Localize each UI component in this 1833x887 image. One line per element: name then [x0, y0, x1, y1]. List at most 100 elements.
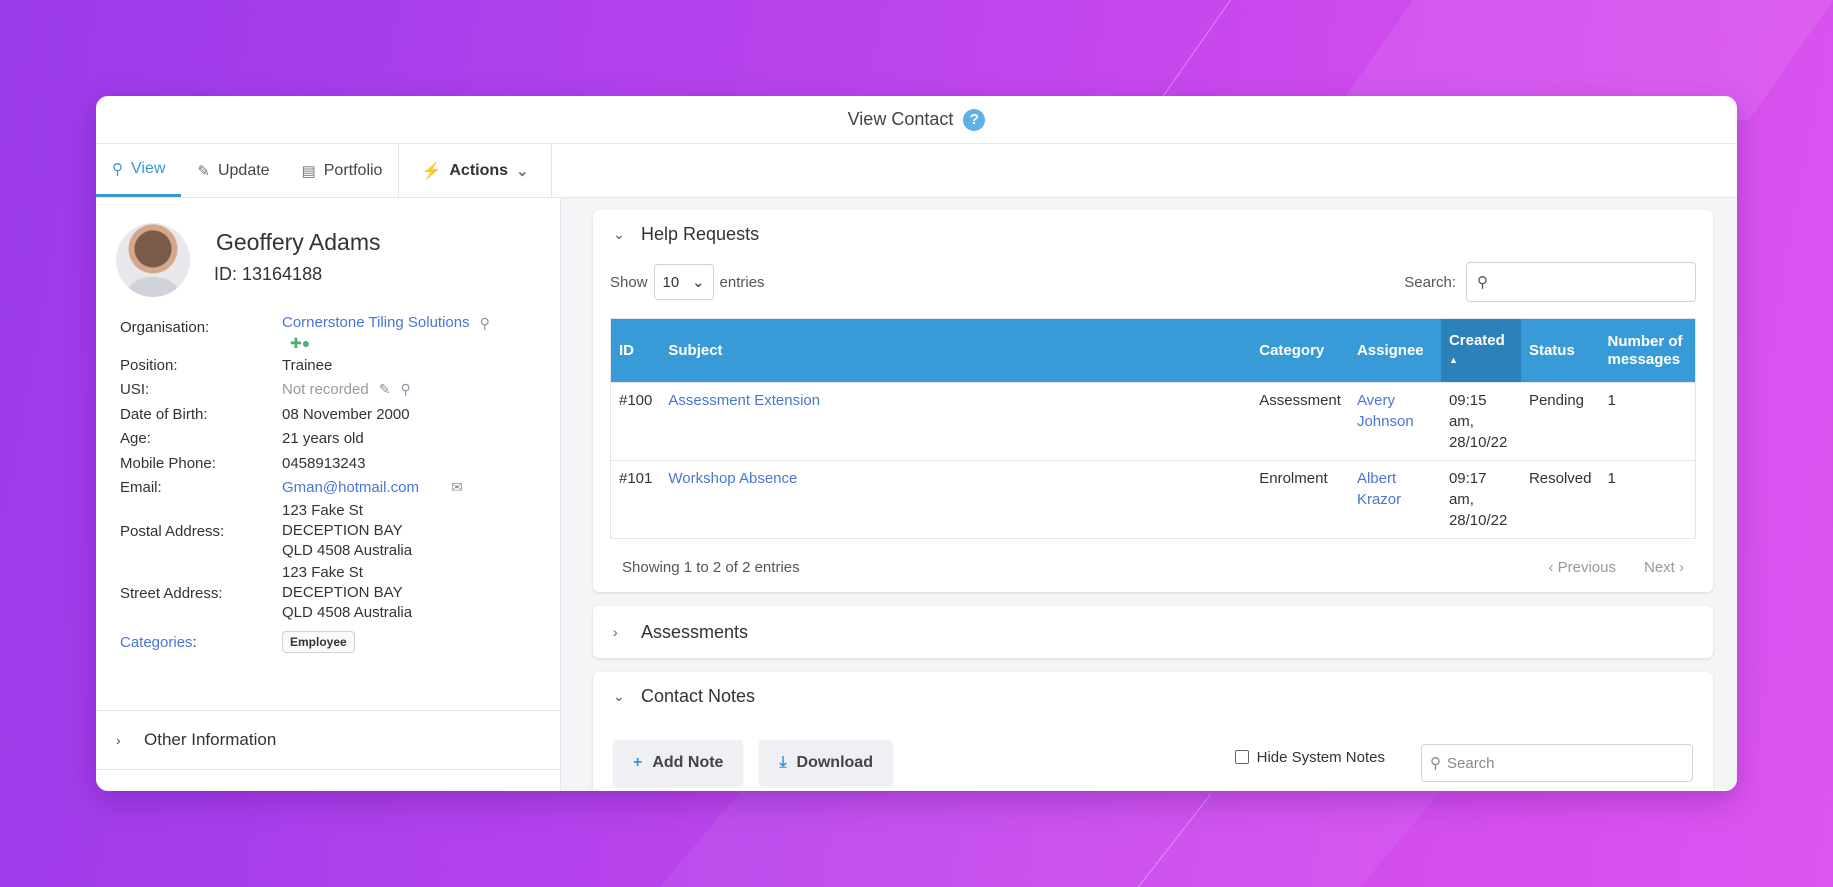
help-icon[interactable]: ? — [963, 108, 986, 131]
tab-portfolio[interactable]: ▤ Portfolio — [286, 144, 399, 197]
mail-icon[interactable]: ✉ — [451, 479, 463, 496]
row-position: Position: Trainee — [120, 353, 540, 378]
chevron-down-icon: ⌄ — [691, 274, 705, 291]
organisation-value: Cornerstone Tiling Solutions ⚲ ✚● — [282, 313, 490, 353]
chevron-right-icon: › — [116, 732, 121, 748]
portfolio-icon: ▤ — [301, 162, 316, 180]
contact-details: Organisation: Cornerstone Tiling Solutio… — [96, 313, 560, 660]
bolt-icon: ⚡ — [421, 162, 442, 180]
assessments-header[interactable]: › Assessments — [593, 606, 1713, 658]
contact-notes-title: Contact Notes — [641, 685, 756, 706]
sort-asc-icon: ▲ — [1448, 355, 1458, 365]
previous-button[interactable]: ‹ Previous — [1548, 559, 1616, 576]
search-icon[interactable]: ⚲ — [480, 313, 490, 333]
row-email: Email: Gman@hotmail.com ✉ — [120, 476, 540, 501]
tab-actions-label: Actions — [449, 161, 509, 179]
col-assignee[interactable]: Assignee — [1349, 319, 1441, 383]
help-requests-title: Help Requests — [641, 223, 760, 244]
pencil-icon[interactable]: ✎ — [379, 381, 391, 398]
tab-update-label: Update — [217, 161, 270, 179]
street-line-3: QLD 4508 Australia — [282, 604, 413, 621]
age-value: 21 years old — [282, 430, 364, 448]
category-badge: Employee — [282, 631, 355, 653]
table-search-input[interactable]: ⚲ — [1466, 262, 1696, 302]
help-requests-table: ID Subject Category Assignee Created ▲ S… — [610, 318, 1696, 539]
help-requests-header[interactable]: ⌄ Help Requests — [593, 210, 1713, 258]
label-usi: USI: — [120, 381, 150, 399]
row-dob: Date of Birth: 08 November 2000 — [120, 402, 540, 427]
main-panel: ⌄ Help Requests Show 10 ⌄ entries Search… — [561, 198, 1737, 790]
cell-id: #100 — [610, 382, 661, 461]
postal-value: 123 Fake St DECEPTION BAY QLD 4508 Austr… — [282, 501, 412, 561]
cell-assignee-link[interactable]: Avery Johnson — [1348, 382, 1441, 461]
view-contact-window: View Contact ? ⚲ View ✎ Update ▤ Portfol… — [96, 96, 1737, 791]
row-age: Age: 21 years old — [120, 427, 540, 452]
dob-value: 08 November 2000 — [282, 405, 410, 423]
avatar — [116, 223, 190, 297]
other-information-section[interactable]: › Other Information — [96, 710, 560, 770]
organisation-link[interactable]: Cornerstone Tiling Solutions — [282, 313, 470, 333]
tab-update[interactable]: ✎ Update — [181, 144, 285, 197]
categories-link[interactable]: Categories — [120, 634, 193, 651]
search-icon: ⚲ — [1477, 274, 1488, 291]
notes-search-input[interactable]: ⚲ Search — [1421, 744, 1693, 782]
col-messages[interactable]: Number of messages — [1600, 319, 1696, 383]
add-note-button[interactable]: + Add Note — [613, 740, 744, 786]
tab-portfolio-label: Portfolio — [323, 161, 383, 179]
contact-id: ID: 13164188 — [214, 264, 323, 284]
pagination: ‹ Previous Next › — [1548, 559, 1684, 576]
cell-status: Resolved — [1520, 460, 1600, 539]
street-value: 123 Fake St DECEPTION BAY QLD 4508 Austr… — [282, 563, 412, 623]
cell-assignee-link[interactable]: Albert Krazor — [1348, 460, 1441, 539]
cell-category: Assessment — [1251, 382, 1349, 461]
label-categories: Categories: — [120, 634, 282, 651]
background-line — [1155, 0, 1231, 107]
tab-view[interactable]: ⚲ View — [96, 144, 182, 197]
row-organisation: Organisation: Cornerstone Tiling Solutio… — [120, 313, 540, 353]
next-button[interactable]: Next › — [1644, 559, 1684, 576]
search-icon[interactable]: ⚲ — [400, 381, 410, 398]
plus-icon: + — [633, 754, 643, 771]
assessments-title: Assessments — [641, 621, 749, 642]
label-dob: Date of Birth: — [120, 405, 208, 423]
cell-created: 09:17 am, 28/10/22 — [1440, 460, 1521, 539]
row-categories: Categories: Employee — [120, 624, 540, 660]
cell-status: Pending — [1520, 382, 1600, 461]
page-length-select[interactable]: 10 ⌄ — [653, 264, 714, 300]
label-organisation: Organisation: — [120, 319, 210, 336]
notes-toolbar: + Add Note ⤓ Download Hide System Notes … — [593, 740, 1713, 786]
contact-notes-card: ⌄ Contact Notes + Add Note ⤓ Download Hi… — [593, 672, 1713, 790]
background-stripe — [660, 792, 1440, 887]
background-line — [1130, 794, 1211, 887]
search-icon: ⚲ — [1430, 755, 1441, 772]
page-length: Show 10 ⌄ entries — [610, 264, 765, 300]
table-row: #101 Workshop Absence Enrolment Albert K… — [610, 460, 1696, 539]
contact-notes-header[interactable]: ⌄ Contact Notes — [593, 672, 1713, 720]
usi-value: Not recorded — [282, 381, 369, 399]
table-footer: Showing 1 to 2 of 2 entries ‹ Previous N… — [610, 539, 1696, 595]
email-link[interactable]: Gman@hotmail.com — [282, 479, 419, 496]
pencil-icon: ✎ — [197, 162, 210, 180]
cell-subject-link[interactable]: Assessment Extension — [660, 382, 1252, 461]
col-created[interactable]: Created ▲ — [1440, 318, 1521, 383]
col-category[interactable]: Category — [1251, 319, 1349, 383]
search-icon: ⚲ — [112, 161, 123, 178]
label-postal: Postal Address: — [120, 522, 225, 540]
cell-category: Enrolment — [1251, 460, 1349, 539]
col-status[interactable]: Status — [1521, 319, 1600, 383]
col-created-label: Created — [1448, 332, 1505, 349]
tab-actions[interactable]: ⚡ Actions ⌄ — [399, 144, 550, 197]
showing-info: Showing 1 to 2 of 2 entries — [622, 558, 800, 576]
download-button[interactable]: ⤓ Download — [759, 740, 893, 786]
cell-subject-link[interactable]: Workshop Absence — [660, 460, 1252, 539]
col-id[interactable]: ID — [611, 319, 661, 383]
chevron-down-icon: ⌄ — [516, 162, 529, 180]
label-email: Email: — [120, 479, 162, 497]
window-title: View Contact — [847, 109, 954, 129]
add-person-icon[interactable]: ✚● — [290, 333, 490, 353]
col-subject[interactable]: Subject — [660, 319, 1251, 383]
help-requests-body: Show 10 ⌄ entries Search: ⚲ ID Subject C… — [593, 258, 1713, 595]
hide-system-notes-toggle[interactable]: Hide System Notes — [1234, 749, 1385, 766]
hide-system-notes-checkbox[interactable] — [1234, 750, 1249, 764]
tab-view-label: View — [131, 160, 166, 177]
